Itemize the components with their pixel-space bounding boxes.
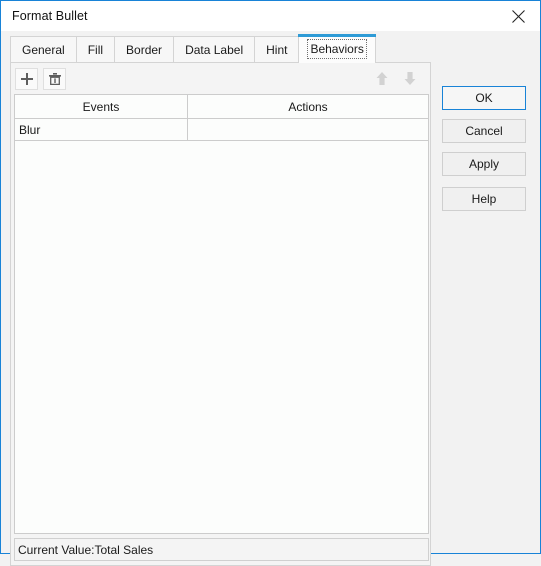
tab-behaviors[interactable]: Behaviors — [298, 34, 377, 63]
add-behavior-button[interactable] — [15, 67, 38, 90]
help-button[interactable]: Help — [442, 187, 526, 211]
current-value-text: Current Value:Total Sales — [18, 542, 154, 557]
format-bullet-dialog: Format Bullet General Fill Border Data L… — [0, 0, 541, 566]
dialog-button-column: OK Cancel Apply Help — [442, 86, 526, 220]
dialog-titlebar: Format Bullet — [1, 1, 540, 31]
grid-header-row: Events Actions — [15, 95, 428, 119]
ok-button[interactable]: OK — [442, 86, 526, 110]
tab-behaviors-label: Behaviors — [307, 39, 367, 59]
tab-strip: General Fill Border Data Label Hint Beha… — [10, 34, 431, 63]
tab-border-label: Border — [126, 43, 163, 57]
table-row[interactable]: Blur — [15, 119, 428, 141]
cell-event[interactable]: Blur — [15, 119, 188, 140]
tab-fill[interactable]: Fill — [75, 36, 116, 63]
behaviors-toolbar — [11, 63, 430, 94]
column-header-events[interactable]: Events — [15, 95, 188, 118]
dialog-title: Format Bullet — [12, 9, 88, 23]
close-button[interactable] — [496, 2, 540, 31]
tab-hint[interactable]: Hint — [254, 36, 300, 63]
move-up-button[interactable] — [370, 68, 393, 90]
tab-general-label: General — [22, 43, 65, 57]
tab-fill-label: Fill — [87, 43, 104, 57]
behaviors-tab-panel: Events Actions Blur Current Value:Total … — [10, 62, 431, 566]
column-header-actions[interactable]: Actions — [188, 95, 428, 118]
apply-button[interactable]: Apply — [442, 152, 526, 176]
plus-icon — [20, 72, 34, 86]
tab-border[interactable]: Border — [114, 36, 175, 63]
close-icon — [511, 9, 525, 23]
current-value-statusbar: Current Value:Total Sales — [14, 538, 429, 561]
tab-data-label-label: Data Label — [185, 43, 244, 57]
delete-behavior-button[interactable] — [43, 67, 66, 90]
tab-hint-label: Hint — [266, 43, 288, 57]
arrow-up-icon — [375, 71, 389, 86]
tab-general[interactable]: General — [10, 36, 77, 63]
cell-action[interactable] — [188, 119, 428, 140]
dialog-body: General Fill Border Data Label Hint Beha… — [1, 31, 540, 566]
behaviors-grid[interactable]: Events Actions Blur — [14, 94, 429, 534]
tab-data-label[interactable]: Data Label — [173, 36, 256, 63]
cancel-button[interactable]: Cancel — [442, 119, 526, 143]
move-down-button[interactable] — [398, 68, 421, 90]
trash-icon — [48, 72, 62, 86]
arrow-down-icon — [403, 71, 417, 86]
